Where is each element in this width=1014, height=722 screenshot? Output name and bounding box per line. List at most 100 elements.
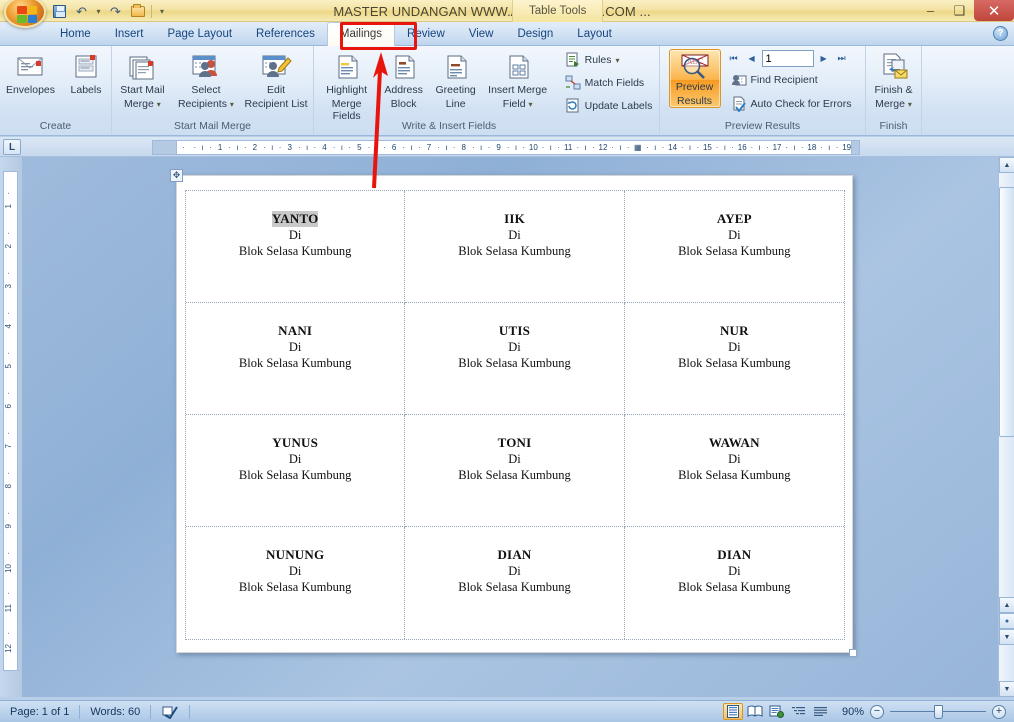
table-move-handle[interactable]: ✥ [170, 169, 183, 182]
select-browse-object-button[interactable]: ● [999, 613, 1014, 629]
zoom-level-label[interactable]: 90% [832, 701, 870, 722]
horizontal-ruler[interactable]: L · · ı · 1 · ı · 2 · ı · 3 · ı · 4 · ı · 5 · ı · 6 · ı · 7 · ı · 8 · ı · 9 ·… [0, 137, 1014, 157]
view-print-layout-button[interactable] [722, 703, 743, 720]
find-recipient-button[interactable]: Find Recipient [726, 69, 857, 91]
envelopes-button[interactable]: Envelopes [1, 48, 60, 97]
insert-merge-field-button[interactable]: Insert Merge Field ▾ [482, 48, 554, 112]
label-cell[interactable]: UTIS Di Blok Selasa Kumbung [405, 303, 625, 415]
greeting-line-label-1: Greeting [435, 84, 476, 96]
minimize-button[interactable]: – [916, 0, 945, 21]
start-mail-merge-button[interactable]: Start Mail Merge ▾ [112, 48, 173, 112]
select-recipients-icon [192, 55, 217, 77]
edit-recipients-icon [262, 55, 292, 77]
record-number-input[interactable] [761, 50, 814, 67]
view-outline-button[interactable] [789, 703, 809, 720]
match-fields-button[interactable]: Match Fields [560, 72, 658, 94]
label-cell[interactable]: YANTO Di Blok Selasa Kumbung [186, 191, 406, 303]
highlight-merge-fields-button[interactable]: Highlight Merge Fields [316, 48, 378, 123]
zoom-slider[interactable] [890, 704, 986, 719]
tab-design[interactable]: Design [505, 23, 565, 46]
document-canvas[interactable]: ✥ YANTO Di Blok Selasa Kumbung IIK Di Blok Se… [22, 157, 1014, 697]
ruler-ticks-horizontal[interactable]: · · ı · 1 · ı · 2 · ı · 3 · ı · 4 · ı · 5 · ı · 6 · ı · 7 · ı · 8 · ı · 9 · ı ·… [176, 140, 852, 155]
previous-record-button[interactable]: ◀ [744, 51, 760, 67]
quick-access-toolbar[interactable]: ↶ ▾ ↷ ▾ [50, 2, 168, 20]
undo-dropdown[interactable]: ▾ [94, 2, 103, 20]
label-cell[interactable]: DIAN Di Blok Selasa Kumbung [405, 527, 625, 639]
ribbon-tab-bar: Home Insert Page Layout References Maili… [0, 22, 1014, 47]
vertical-scrollbar[interactable]: ▲ ▲ ● ▼ ▼ [998, 157, 1014, 697]
redo-button[interactable]: ↷ [106, 2, 125, 20]
close-button[interactable]: ✕ [974, 0, 1014, 21]
label-cell[interactable]: IIK Di Blok Selasa Kumbung [405, 191, 625, 303]
last-record-button[interactable]: ⏭ [834, 51, 850, 67]
zoom-out-button[interactable]: − [870, 704, 884, 719]
proofing-icon [162, 706, 179, 719]
tab-view[interactable]: View [457, 23, 506, 46]
record-navigator[interactable]: ⏮ ◀ ▶ ⏭ [726, 50, 857, 67]
next-page-button[interactable]: ▼ [999, 629, 1014, 645]
view-full-screen-reading-button[interactable] [745, 703, 765, 720]
previous-page-button[interactable]: ▲ [999, 597, 1014, 613]
select-recipients-button[interactable]: Select Recipients ▾ [173, 48, 239, 112]
labels-button[interactable]: Labels [62, 48, 110, 97]
address-block-button[interactable]: Address Block [378, 48, 430, 111]
ribbon-tabs[interactable]: Home Insert Page Layout References Maili… [48, 22, 624, 47]
label-cell[interactable]: DIAN Di Blok Selasa Kumbung [625, 527, 844, 639]
label-cell[interactable]: AYEP Di Blok Selasa Kumbung [624, 191, 844, 303]
label-cell[interactable]: NUR Di Blok Selasa Kumbung [624, 303, 844, 415]
label-cell[interactable]: YUNUS Di Blok Selasa Kumbung [186, 415, 406, 527]
vertical-ruler[interactable]: · 1 · 2 · 3 · 4 · 5 · 6 · 7 · 8 · 9 · 10 · 11 · 12 [0, 157, 22, 697]
scrollbar-thumb[interactable] [999, 187, 1014, 437]
open-button[interactable] [128, 2, 147, 20]
tab-references[interactable]: References [244, 23, 327, 46]
greeting-line-button[interactable]: Greeting Line [430, 48, 482, 111]
edit-recipient-list-button[interactable]: Edit Recipient List [239, 48, 313, 111]
match-fields-label: Match Fields [584, 77, 645, 89]
group-label-create: Create [39, 120, 72, 132]
tab-mailings[interactable]: Mailings [326, 22, 396, 47]
undo-button[interactable]: ↶ [72, 2, 91, 20]
label-cell[interactable]: NUNUNG Di Blok Selasa Kumbung [186, 527, 406, 639]
view-draft-button[interactable] [811, 703, 831, 720]
select-browse-object-controls[interactable]: ▲ ● ▼ [999, 597, 1014, 645]
document-page[interactable]: ✥ YANTO Di Blok Selasa Kumbung IIK Di Blok Se… [170, 169, 857, 657]
finish-and-merge-button[interactable]: Finish & Merge ▾ [868, 48, 920, 112]
view-web-layout-button[interactable] [767, 703, 787, 720]
scroll-up-button[interactable]: ▲ [999, 157, 1014, 173]
finish-merge-icon [883, 53, 907, 79]
labels-table[interactable]: YANTO Di Blok Selasa Kumbung IIK Di Blok Sela… [185, 190, 845, 640]
tab-review[interactable]: Review [395, 23, 457, 46]
label-address: Blok Selasa Kumbung [458, 244, 571, 258]
tab-home[interactable]: Home [48, 23, 103, 46]
label-cell[interactable]: WAWAN Di Blok Selasa Kumbung [624, 415, 844, 527]
customize-qat-button[interactable]: ▾ [156, 2, 168, 20]
update-labels-button[interactable]: Update Labels [560, 95, 658, 117]
next-record-button[interactable]: ▶ [816, 51, 832, 67]
undo-icon: ↶ [76, 3, 87, 19]
first-record-button[interactable]: ⏮ [726, 51, 742, 67]
help-icon[interactable]: ? [993, 26, 1008, 41]
scroll-down-button[interactable]: ▼ [999, 681, 1014, 697]
restore-button[interactable]: ❑ [945, 0, 974, 21]
save-button[interactable] [50, 2, 69, 20]
label-cell[interactable]: TONI Di Blok Selasa Kumbung [405, 415, 625, 527]
word-count[interactable]: Words: 60 [80, 701, 150, 722]
table-resize-handle[interactable] [849, 649, 857, 657]
rules-button[interactable]: Rules ▾ [560, 49, 658, 71]
tab-insert[interactable]: Insert [103, 23, 156, 46]
preview-results-button[interactable]: ABC Preview Results [668, 49, 721, 108]
tab-layout[interactable]: Layout [565, 23, 624, 46]
ruler-ticks-vertical[interactable]: · 1 · 2 · 3 · 4 · 5 · 6 · 7 · 8 · 9 · 10 · 11 · 12 [3, 171, 18, 671]
title-bar: MASTER UNDANGAN WWW.ANAKCIREMAI.COM ... … [0, 0, 1014, 22]
find-recipient-icon [731, 75, 747, 86]
window-controls[interactable]: – ❑ ✕ [916, 0, 1014, 21]
label-cell[interactable]: NANI Di Blok Selasa Kumbung [186, 303, 406, 415]
auto-check-errors-button[interactable]: Auto Check for Errors [726, 93, 857, 115]
page-indicator[interactable]: Page: 1 of 1 [0, 701, 79, 722]
zoom-slider-thumb[interactable] [934, 704, 943, 719]
proofing-status-button[interactable] [151, 701, 189, 722]
zoom-in-button[interactable]: + [992, 704, 1006, 719]
label-recipient-name: IIK [504, 211, 525, 226]
tab-page-layout[interactable]: Page Layout [155, 23, 244, 46]
tab-stop-selector-button[interactable]: L [3, 139, 21, 155]
